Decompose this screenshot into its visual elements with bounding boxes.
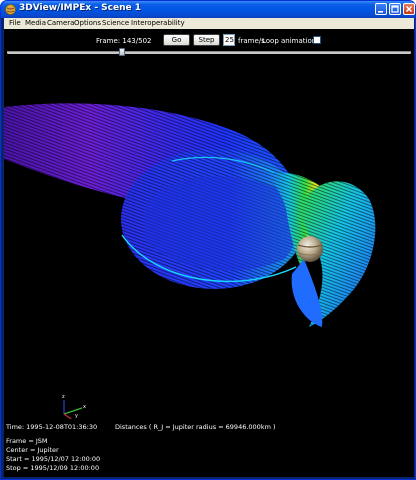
reference-frame: Frame = JSM <box>6 437 48 445</box>
time-readout: Time: 1995-12-08T01:36:30 <box>6 423 98 431</box>
minimize-button[interactable] <box>375 3 387 15</box>
window-title: 3DView/IMPEx - Scene 1 <box>19 3 142 13</box>
menu-media[interactable]: Media <box>25 19 46 27</box>
stop-time: Stop = 1995/12/09 12:00:00 <box>6 464 100 472</box>
menu-file[interactable]: File <box>9 19 21 27</box>
menu-options[interactable]: Options <box>74 19 101 27</box>
frame-rate-unit: frame/s <box>238 37 265 45</box>
start-time: Start = 1995/12/07 12:00:00 <box>6 455 101 463</box>
axis-y-label: y <box>75 413 78 419</box>
axes-gizmo: z x y <box>62 394 86 419</box>
minimize-icon <box>378 11 383 13</box>
center-body: Center = Jupiter <box>6 446 59 454</box>
main-panel: Frame: 143/502 Go Step 25 frame/s Loop a… <box>4 29 414 477</box>
3d-viewport[interactable]: z x y <box>4 59 414 419</box>
axis-x <box>63 407 83 415</box>
axis-y <box>63 413 73 419</box>
close-button[interactable] <box>403 3 415 15</box>
menu-bar: File Media Camera Options Science Intero… <box>4 18 414 29</box>
frame-counter: Frame: 143/502 <box>96 37 152 45</box>
menu-interoperability[interactable]: Interoperability <box>131 19 185 27</box>
menu-science[interactable]: Science <box>102 19 129 27</box>
close-icon <box>405 5 413 13</box>
frame-slider-thumb[interactable] <box>119 48 126 56</box>
menu-camera[interactable]: Camera <box>47 19 74 27</box>
loop-animation-checkbox[interactable] <box>313 36 321 44</box>
step-button[interactable]: Step <box>193 34 220 46</box>
frame-slider[interactable] <box>7 51 411 54</box>
frame-rate-input[interactable]: 25 <box>223 34 235 46</box>
maximize-icon <box>391 5 399 13</box>
go-button[interactable]: Go <box>163 34 190 46</box>
app-window: 3DView/IMPEx - Scene 1 File Media Camera… <box>0 0 416 480</box>
maximize-button[interactable] <box>389 3 401 15</box>
title-bar[interactable]: 3DView/IMPEx - Scene 1 <box>1 1 415 18</box>
axis-z-label: z <box>62 394 65 400</box>
loop-animation-label: Loop animation <box>262 37 317 45</box>
app-icon <box>5 4 16 15</box>
distance-units-note: Distances ( R_J = Jupiter radius = 69946… <box>115 423 276 431</box>
animation-controls: Frame: 143/502 Go Step 25 frame/s Loop a… <box>4 29 414 59</box>
lower-lobe <box>291 259 323 327</box>
axis-x-label: x <box>83 404 86 410</box>
jupiter-planet[interactable] <box>297 236 323 262</box>
inner-shell <box>144 176 298 271</box>
